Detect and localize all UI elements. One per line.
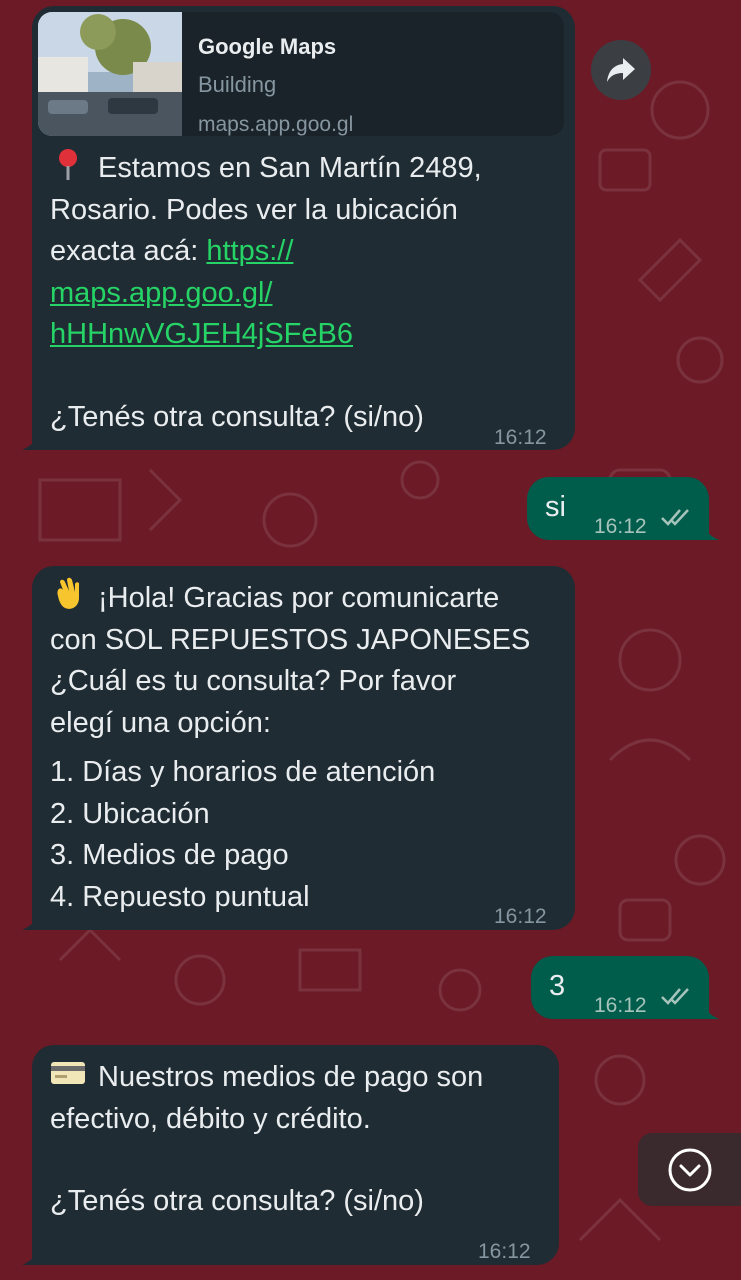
bubble-tail xyxy=(697,518,719,540)
outgoing-message[interactable]: si 16:12 xyxy=(527,477,719,540)
message-text: 3 xyxy=(549,970,566,1002)
message-line: Nuestros medios de pago son xyxy=(50,1055,483,1099)
message-time: 16:12 xyxy=(478,1240,531,1263)
message-line: exacta acá: https:// xyxy=(50,235,294,267)
incoming-message-menu[interactable]: ¡Hola! Gracias por comunicarte con SOL R… xyxy=(22,566,575,930)
menu-option: 4. Repuesto puntual xyxy=(50,880,310,913)
message-time: 16:12 xyxy=(594,994,647,1017)
outgoing-message[interactable]: 3 16:12 xyxy=(531,956,719,1019)
link-preview-card[interactable]: Google Maps Building maps.app.goo.gl xyxy=(38,12,564,136)
menu-option: 2. Ubicación xyxy=(50,797,210,830)
message-body: Nuestros medios de pago son efectivo, dé… xyxy=(50,1055,483,1223)
link-preview-title: Google Maps xyxy=(198,34,337,59)
message-line: ¿Cuál es tu consulta? Por favor xyxy=(50,665,457,697)
message-time: 16:12 xyxy=(594,515,647,538)
bubble-tail xyxy=(22,428,44,450)
message-time: 16:12 xyxy=(494,905,547,928)
chevron-down-circle-icon xyxy=(668,1148,711,1191)
message-line: con SOL REPUESTOS JAPONESES xyxy=(50,623,531,656)
forward-icon xyxy=(607,58,635,82)
forward-button[interactable] xyxy=(591,40,651,100)
link-preview-url: maps.app.goo.gl xyxy=(198,113,354,136)
bubble-tail xyxy=(22,1243,44,1265)
message-line: elegí una opción: xyxy=(50,706,271,739)
link-preview-thumbnail xyxy=(38,12,182,136)
maps-link[interactable]: https:// xyxy=(206,235,293,267)
bubble-tail xyxy=(697,997,719,1019)
message-line: ¡Hola! Gracias por comunicarte xyxy=(50,576,530,620)
message-line: Rosario. Podes ver la ubicación xyxy=(50,193,458,226)
round-pushpin-icon xyxy=(59,149,77,180)
message-line: ¿Tenés otra consulta? (si/no) xyxy=(50,400,424,433)
message-text: si xyxy=(545,491,566,523)
message-line: ¿Tenés otra consulta? (si/no) xyxy=(50,1185,424,1217)
maps-link[interactable]: hHHnwVGJEH4jSFeB6 xyxy=(50,314,482,356)
message-body: Estamos en San Martín 2489, Rosario. Pod… xyxy=(50,146,482,438)
message-time: 16:12 xyxy=(494,426,547,449)
bubble-tail xyxy=(22,908,44,930)
double-check-icon xyxy=(661,509,689,526)
message-line: Estamos en San Martín 2489, xyxy=(50,146,482,190)
menu-option: 1. Días y horarios de atención xyxy=(50,756,436,788)
menu-option: 3. Medios de pago xyxy=(50,839,289,871)
waving-hand-icon xyxy=(57,577,80,609)
scroll-to-bottom-button[interactable] xyxy=(638,1133,741,1206)
credit-card-icon xyxy=(51,1062,85,1084)
message-body: ¡Hola! Gracias por comunicarte con SOL R… xyxy=(50,576,530,918)
incoming-message-location[interactable]: Google Maps Building maps.app.goo.gl Est… xyxy=(22,6,575,450)
link-preview-description: Building xyxy=(198,72,277,97)
incoming-message-payment[interactable]: Nuestros medios de pago son efectivo, dé… xyxy=(22,1045,559,1265)
double-check-icon xyxy=(661,988,689,1005)
maps-link[interactable]: maps.app.goo.gl/ xyxy=(50,273,482,315)
message-line: efectivo, débito y crédito. xyxy=(50,1102,371,1135)
